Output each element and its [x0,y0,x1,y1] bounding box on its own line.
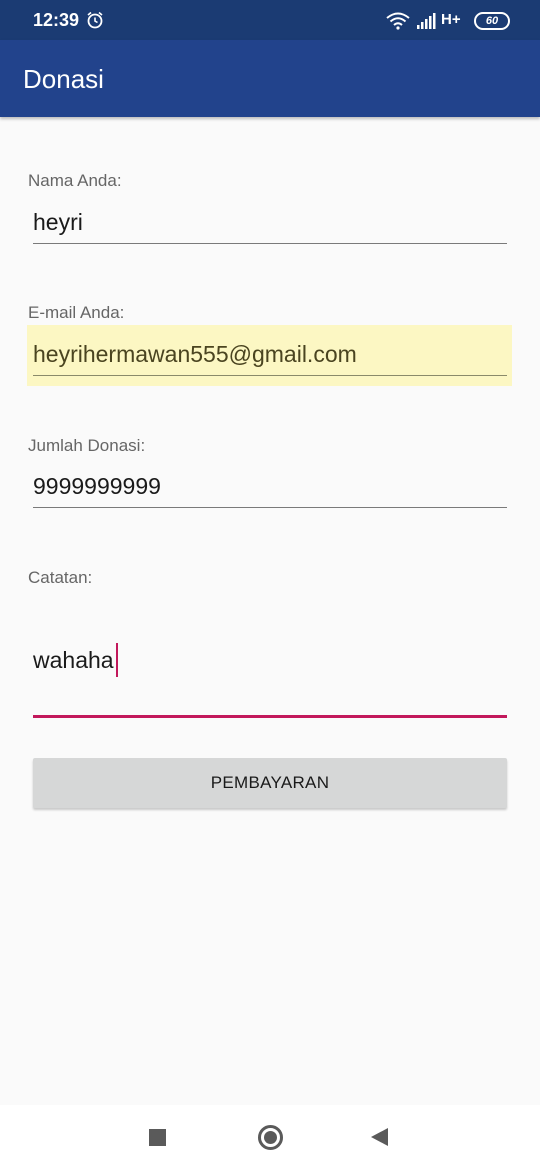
name-input[interactable] [33,202,507,244]
notes-underline [33,715,507,718]
network-type: H+ [441,11,461,28]
notes-label: Catatan: [28,568,93,587]
home-icon[interactable] [258,1125,283,1150]
notes-input[interactable]: wahaha [33,643,119,679]
email-label: E-mail Anda: [28,303,125,322]
amount-label: Jumlah Donasi: [28,436,146,455]
app-bar: Donasi [0,40,540,117]
page-title: Donasi [23,64,104,94]
status-time: 12:39 [33,10,80,30]
email-input[interactable] [33,334,507,376]
recents-icon[interactable] [149,1129,166,1146]
name-label: Nama Anda: [28,171,122,190]
payment-button[interactable]: PEMBAYARAN [33,758,507,808]
text-cursor [115,643,119,677]
alarm-icon [87,11,103,29]
wifi-icon [386,12,410,30]
battery-icon: 60 [474,12,510,30]
navigation-bar [0,1105,540,1170]
notes-text: wahaha [33,647,114,674]
home-icon-dot [264,1131,277,1144]
battery-level: 60 [485,15,499,27]
back-icon[interactable] [371,1128,388,1146]
status-bar: 12:39 H+ 60 [0,0,540,40]
signal-icon [417,13,436,29]
amount-input[interactable] [33,466,507,508]
